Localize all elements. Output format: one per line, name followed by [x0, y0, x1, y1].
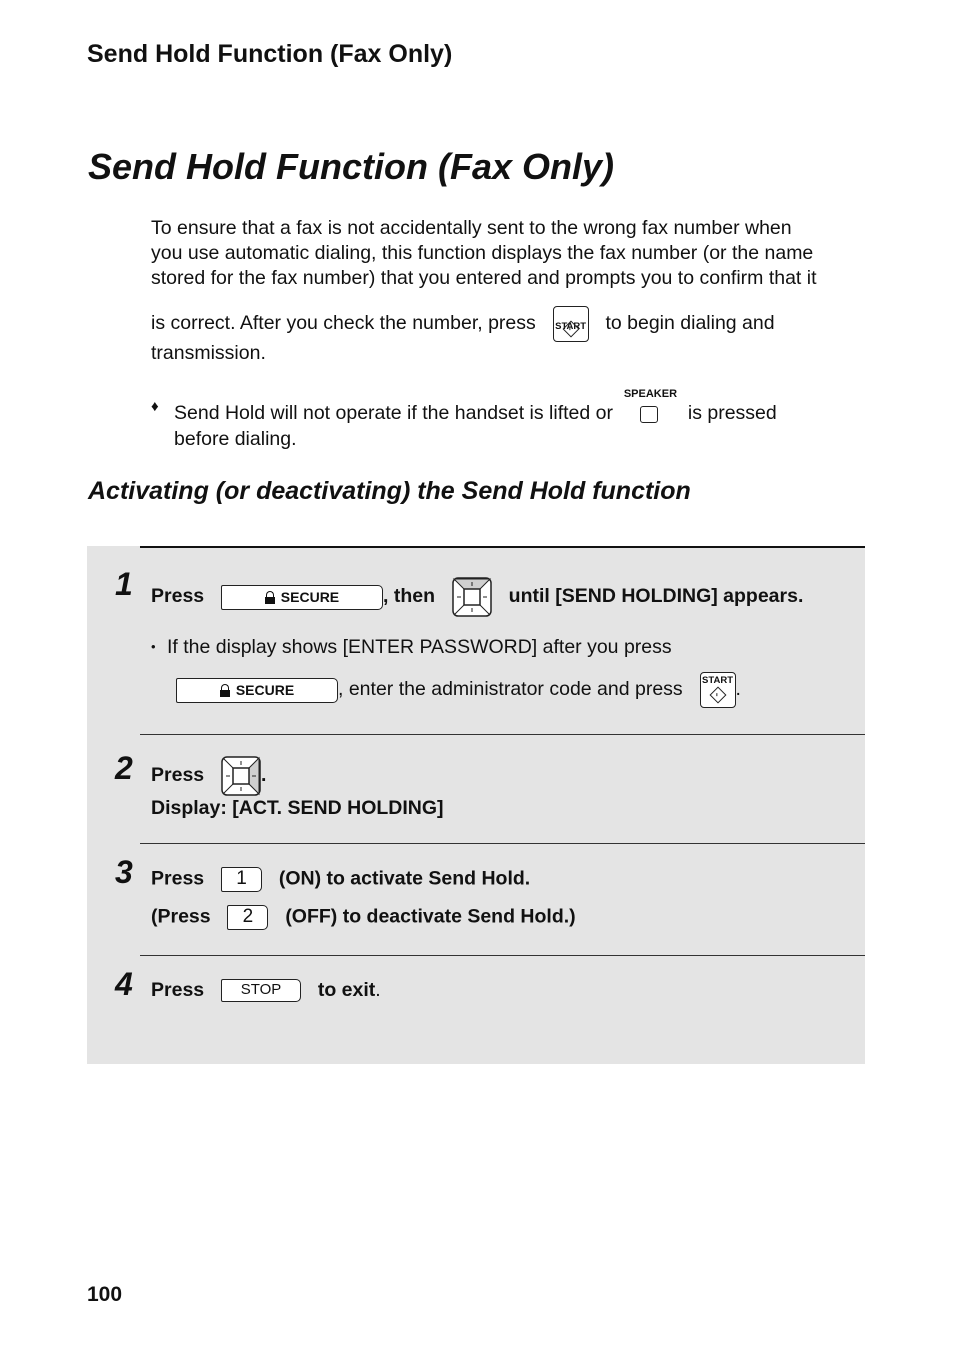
steps-top-rule: [140, 546, 865, 548]
lock-icon: [264, 590, 275, 604]
secure-key-label: SECURE: [235, 681, 295, 698]
key-2-icon: 2: [227, 905, 269, 930]
start-key-label: START: [702, 675, 734, 686]
note-line-2: before dialing.: [174, 428, 297, 450]
step-4-press: Press: [151, 979, 205, 1001]
secure-key-icon: SECURE: [176, 677, 338, 703]
intro-line-4: is correct. After you check the number, …: [151, 305, 851, 342]
intro-paragraph: To ensure that a fax is not accidentally…: [151, 216, 851, 366]
step-1-until: until [SEND HOLDING] appears.: [508, 585, 804, 608]
intro-line-3: stored for the fax number) that you ente…: [151, 267, 817, 289]
step-4-number: 4: [115, 966, 133, 1002]
step-1-sub-line-1: • If the display shows [ENTER PASSWORD] …: [151, 636, 672, 659]
step-divider: [140, 734, 865, 735]
intro-line-2: you use automatic dialing, this function…: [151, 242, 814, 264]
start-key-icon: START: [699, 672, 736, 708]
step-3-alt-instruction: (Press 2 (OFF) to deactivate Send Hold.): [151, 905, 576, 930]
step-1-sub-text-2: , enter the administrator code and press: [338, 678, 683, 701]
start-diamond-icon: [709, 686, 727, 704]
page-title: Send Hold Function (Fax Only): [88, 146, 614, 187]
stop-key-icon: STOP: [220, 979, 301, 1003]
step-2-press: Press: [151, 764, 205, 787]
step-3-press-paren: (Press: [151, 905, 211, 928]
lock-icon: [219, 683, 230, 697]
speaker-square-icon: [640, 406, 659, 423]
step-3-press: Press: [151, 867, 205, 890]
note-line-1-after: is pressed: [687, 402, 777, 425]
step-1-press: Press: [151, 585, 205, 608]
secure-key-label: SECURE: [280, 588, 340, 605]
start-key-icon: START: [552, 305, 589, 342]
step-1-number: 1: [115, 566, 133, 602]
running-header: Send Hold Function (Fax Only): [87, 40, 453, 68]
step-1-then: , then: [382, 585, 435, 608]
step-4-instruction: Press STOP to exit.: [151, 979, 381, 1003]
page-number: 100: [87, 1283, 123, 1306]
step-3-number: 3: [115, 854, 133, 890]
speaker-key-label: SPEAKER: [623, 388, 678, 400]
note-line-1-before: Send Hold will not operate if the handse…: [174, 402, 614, 425]
section-heading: Activating (or deactivating) the Send Ho…: [88, 477, 691, 505]
intro-line-5: transmission.: [151, 342, 266, 364]
step-3-on-text: (ON) to activate Send Hold.: [278, 867, 531, 890]
step-divider: [140, 843, 865, 844]
step-3-instruction: Press 1 (ON) to activate Send Hold.: [151, 867, 530, 892]
step-1-sub-end: .: [735, 678, 741, 701]
diamond-bullet-icon: ♦: [151, 398, 159, 415]
nav-key-right-icon: [221, 756, 261, 796]
step-divider: [140, 955, 865, 956]
step-2-display: Display: [ACT. SEND HOLDING]: [151, 797, 444, 819]
step-3-off-text: (OFF) to deactivate Send Hold.): [285, 905, 576, 928]
step-1-instruction: Press SECURE , then until [SEND HOLDING] …: [151, 577, 803, 617]
note-line-1: Send Hold will not operate if the handse…: [174, 388, 777, 432]
step-2-instruction: Press .: [151, 756, 266, 796]
step-2-number: 2: [115, 750, 133, 786]
step-2-end: .: [260, 764, 267, 787]
intro-line-4-after: to begin dialing and: [605, 312, 775, 334]
step-4-exit-text: to exit: [317, 979, 376, 1001]
speaker-key-icon: SPEAKER: [622, 388, 678, 432]
step-1-sub-text-1: If the display shows [ENTER PASSWORD] af…: [166, 636, 672, 658]
steps-panel: 1 Press SECURE , then until [SEND HOLDING…: [87, 546, 865, 1064]
secure-key-icon: SECURE: [220, 584, 383, 610]
key-1-icon: 1: [220, 867, 262, 892]
step-1-sub-line-2: SECURE , enter the administrator code and…: [176, 672, 741, 708]
intro-line-4-before: is correct. After you check the number, …: [151, 312, 536, 334]
round-bullet-icon: •: [151, 639, 156, 654]
nav-key-icon: [452, 577, 492, 617]
intro-line-1: To ensure that a fax is not accidentally…: [151, 217, 792, 239]
step-4-end: .: [375, 979, 381, 1001]
